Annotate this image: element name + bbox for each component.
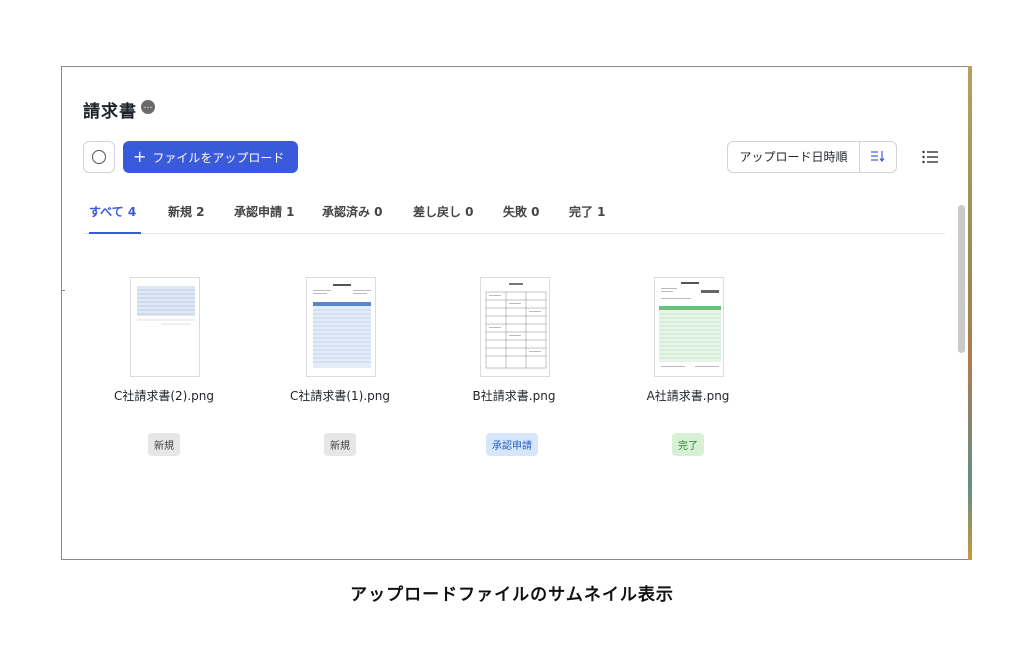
file-name: C社請求書(1).png xyxy=(289,389,391,403)
file-thumbnail[interactable] xyxy=(654,277,724,377)
plus-icon: + xyxy=(133,147,147,166)
caption: アップロードファイルのサムネイル表示 xyxy=(350,585,674,605)
tab-completed[interactable]: 完了 1 xyxy=(569,203,606,220)
circle-icon xyxy=(92,150,106,164)
file-thumbnail[interactable] xyxy=(480,277,550,377)
file-thumbnail[interactable] xyxy=(306,277,376,377)
divider xyxy=(61,290,65,291)
tab-all[interactable]: すべて 4 xyxy=(89,203,136,220)
status-badge: 完了 xyxy=(672,433,704,456)
file-thumbnail[interactable] xyxy=(130,277,200,377)
sort-descending-icon[interactable] xyxy=(860,150,896,165)
page-title: 請求書 xyxy=(83,102,137,122)
status-badge: 新規 xyxy=(324,433,356,456)
file-name: B社請求書.png xyxy=(472,389,556,403)
upload-file-button[interactable]: + ファイルをアップロード xyxy=(123,141,298,173)
window-edge-decoration xyxy=(968,66,972,560)
status-badge: 新規 xyxy=(148,433,180,456)
tab-new[interactable]: 新規 2 xyxy=(168,203,205,220)
status-tabs: すべて 4 新規 2 承認申請 1 承認済み 0 差し戻し 0 失敗 0 完了 … xyxy=(83,193,945,234)
sort-dropdown[interactable]: アップロード日時順 xyxy=(728,142,860,172)
sort-control[interactable]: アップロード日時順 xyxy=(727,141,897,173)
upload-button-label: ファイルをアップロード xyxy=(152,150,285,165)
active-tab-indicator xyxy=(89,232,141,234)
select-all-checkbox[interactable] xyxy=(83,141,115,173)
file-name: C社請求書(2).png xyxy=(113,389,215,403)
tab-approved[interactable]: 承認済み 0 xyxy=(322,203,383,220)
tab-returned[interactable]: 差し戻し 0 xyxy=(413,203,474,220)
status-badge: 承認申請 xyxy=(486,433,538,456)
more-options-icon[interactable]: … xyxy=(141,100,155,114)
tab-approval-request[interactable]: 承認申請 1 xyxy=(234,203,295,220)
list-view-icon[interactable] xyxy=(921,148,939,166)
vertical-scrollbar[interactable] xyxy=(958,205,965,353)
tab-failed[interactable]: 失敗 0 xyxy=(503,203,540,220)
file-name: A社請求書.png xyxy=(646,389,730,403)
app-window: 請求書 … + ファイルをアップロード アップロード日時順 すべて 4 新規 2… xyxy=(61,66,970,560)
